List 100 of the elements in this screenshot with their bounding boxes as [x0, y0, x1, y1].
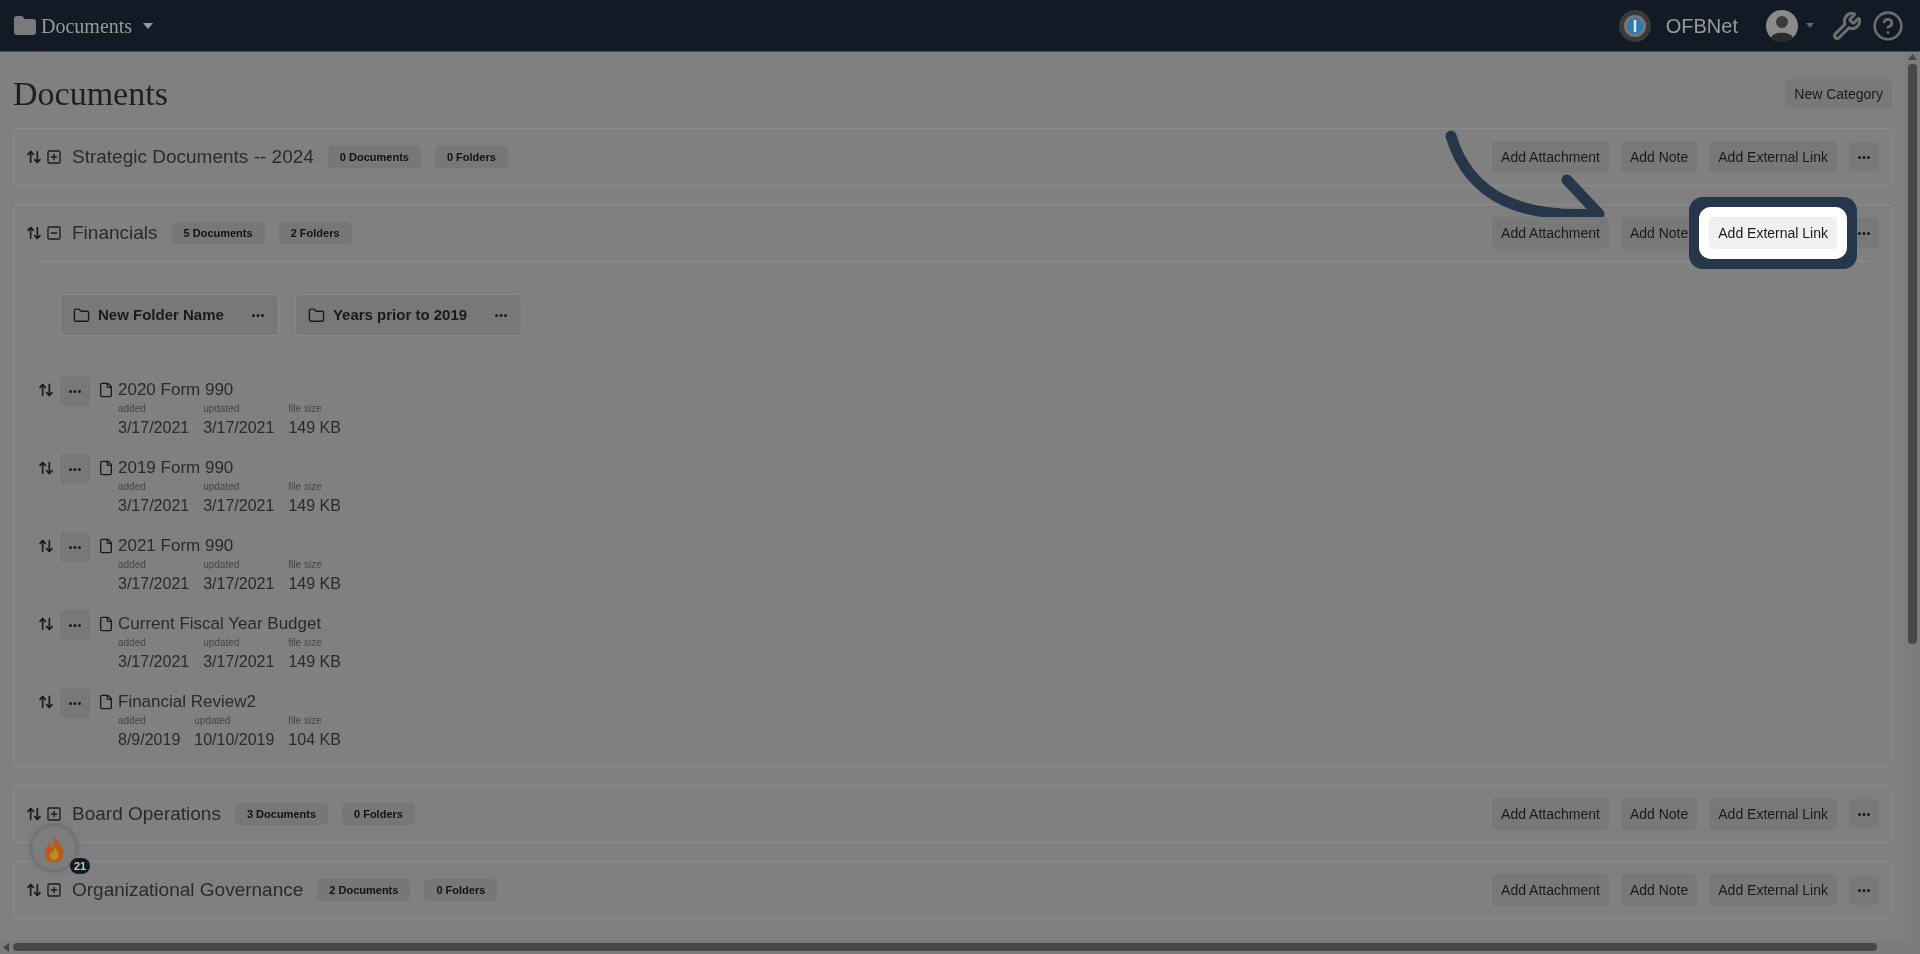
action-button[interactable]: Add External Link	[1709, 798, 1837, 830]
action-button[interactable]: Add Note	[1620, 874, 1698, 906]
folders-count: 0 Folders	[342, 802, 415, 826]
collapse-icon[interactable]	[46, 225, 62, 241]
logo-icon	[1617, 8, 1652, 43]
more-button[interactable]	[60, 610, 90, 640]
meta-label: updated	[203, 402, 241, 416]
meta-value: 3/17/2021	[118, 574, 190, 594]
meta-label: file size	[288, 480, 323, 494]
meta-label: added	[118, 402, 147, 416]
page-title: Documents	[13, 74, 168, 114]
notification-count: 21	[70, 858, 91, 874]
horizontal-scrollbar[interactable]	[0, 940, 1920, 954]
action-button[interactable]: Add Attachment	[1492, 874, 1609, 906]
scroll-up-arrow-icon[interactable]	[1908, 54, 1917, 60]
folder-icon	[307, 306, 325, 324]
meta-label: added	[118, 714, 147, 728]
section-menu[interactable]: Documents	[41, 10, 155, 41]
action-button[interactable]: Add Note	[1620, 798, 1698, 830]
folder-chip[interactable]: New Folder Name	[60, 294, 279, 336]
drag-handle-icon[interactable]	[38, 382, 54, 398]
notification-widget[interactable]	[32, 826, 76, 870]
more-icon[interactable]	[251, 313, 264, 317]
more-icon[interactable]	[495, 313, 508, 317]
more-icon	[69, 701, 81, 705]
more-icon	[69, 467, 81, 471]
document-name[interactable]: 2021 Form 990	[118, 534, 341, 558]
drag-handle-icon[interactable]	[26, 225, 42, 241]
more-button[interactable]	[60, 688, 90, 718]
file-icon	[98, 460, 114, 476]
new-category-button[interactable]: New Category	[1785, 79, 1892, 109]
documents-count: 0 Documents	[327, 145, 421, 169]
more-button[interactable]	[60, 532, 90, 562]
action-button[interactable]: Add Attachment	[1492, 217, 1609, 249]
help-icon[interactable]	[1872, 9, 1904, 42]
drag-handle-icon[interactable]	[26, 806, 42, 822]
category-title: Strategic Documents -- 2024	[72, 144, 314, 169]
more-button[interactable]	[1849, 799, 1879, 829]
documents-count: 3 Documents	[234, 802, 328, 826]
more-icon	[69, 623, 81, 627]
meta-value: 3/17/2021	[118, 496, 190, 516]
meta-value: 3/17/2021	[203, 652, 275, 672]
action-button[interactable]: Add Attachment	[1492, 141, 1609, 173]
scroll-left-arrow-icon[interactable]	[3, 942, 9, 952]
org-name[interactable]: OFBNet	[1665, 10, 1738, 41]
more-icon	[1858, 231, 1870, 235]
drag-handle-icon[interactable]	[38, 460, 54, 476]
expand-icon[interactable]	[46, 149, 62, 165]
document-name[interactable]: 2019 Form 990	[118, 456, 341, 480]
folder-chip[interactable]: Years prior to 2019	[294, 294, 523, 336]
category-title: Board Operations	[72, 801, 221, 826]
action-button[interactable]: Add External Link	[1709, 874, 1837, 906]
meta-label: updated	[203, 480, 241, 494]
meta-value: 149 KB	[288, 418, 341, 438]
more-icon	[69, 545, 81, 549]
more-button[interactable]	[1849, 142, 1879, 172]
drag-handle-icon[interactable]	[38, 616, 54, 632]
folder-name: Years prior to 2019	[332, 304, 468, 325]
caret-icon	[142, 21, 155, 30]
meta-value: 3/17/2021	[203, 496, 275, 516]
expand-icon[interactable]	[46, 882, 62, 898]
folders-count: 0 Folders	[424, 878, 498, 902]
meta-label: file size	[288, 636, 323, 650]
file-icon	[98, 538, 114, 554]
document-name[interactable]: Current Fiscal Year Budget	[118, 612, 341, 636]
avatar-icon[interactable]	[1766, 9, 1798, 42]
meta-value: 149 KB	[288, 496, 341, 516]
more-button[interactable]	[1849, 875, 1879, 905]
meta-value: 3/17/2021	[118, 418, 190, 438]
document-name[interactable]: 2020 Form 990	[118, 378, 341, 402]
drag-handle-icon[interactable]	[38, 694, 54, 710]
meta-value: 3/17/2021	[203, 418, 275, 438]
expand-icon[interactable]	[46, 806, 62, 822]
action-button[interactable]: Add External Link	[1709, 141, 1837, 173]
meta-value: 8/9/2019	[118, 730, 181, 750]
meta-label: updated	[203, 558, 241, 572]
folder-icon	[13, 13, 37, 38]
folder-name: New Folder Name	[98, 304, 224, 325]
caret-icon[interactable]	[1806, 23, 1814, 28]
meta-value: 3/17/2021	[203, 574, 275, 594]
tools-icon[interactable]	[1832, 10, 1862, 41]
vertical-scrollbar[interactable]	[1905, 52, 1920, 940]
meta-value: 10/10/2019	[194, 730, 275, 750]
documents-count: 5 Documents	[171, 221, 265, 245]
more-button[interactable]	[60, 376, 90, 406]
documents-count: 2 Documents	[317, 878, 411, 902]
drag-handle-icon[interactable]	[26, 149, 42, 165]
file-icon	[98, 382, 114, 398]
folders-count: 2 Folders	[278, 221, 352, 245]
more-icon	[69, 389, 81, 393]
more-button[interactable]	[60, 454, 90, 484]
drag-handle-icon[interactable]	[38, 538, 54, 554]
document-name[interactable]: Financial Review2	[118, 690, 341, 714]
meta-label: file size	[288, 558, 323, 572]
action-button[interactable]: Add Attachment	[1492, 798, 1609, 830]
meta-label: updated	[194, 714, 232, 728]
category-title: Organizational Governance	[72, 877, 304, 902]
meta-value: 3/17/2021	[118, 652, 190, 672]
drag-handle-icon[interactable]	[26, 882, 42, 898]
action-button[interactable]: Add Note	[1620, 141, 1698, 173]
